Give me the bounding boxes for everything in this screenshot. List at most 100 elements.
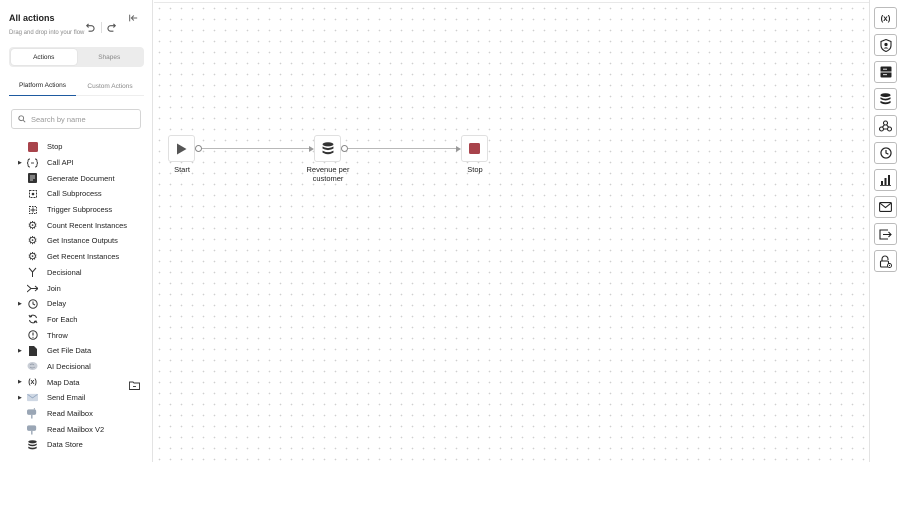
variable-icon: (x) — [880, 13, 891, 23]
redo-button[interactable] — [105, 20, 119, 34]
list-item-for-each[interactable]: For Each — [0, 312, 153, 328]
list-item-trigger-subprocess[interactable]: Trigger Subprocess — [0, 202, 153, 218]
expand-caret-icon[interactable]: ▶ — [18, 301, 23, 307]
expand-caret-icon[interactable]: ▶ — [18, 379, 23, 385]
list-item-label: Get Instance Outputs — [47, 236, 118, 246]
lock-gear-icon — [879, 255, 892, 268]
toolbar-divider — [101, 22, 102, 33]
email-button[interactable] — [874, 196, 897, 218]
tab-platform-actions[interactable]: Platform Actions — [9, 76, 76, 96]
expand-caret-icon[interactable]: ▶ — [18, 160, 23, 166]
node-label-start: Start — [174, 165, 190, 174]
search-box — [11, 109, 141, 129]
list-item-label: Data Store — [47, 440, 83, 450]
variable-icon: (x) — [28, 378, 37, 386]
security-button[interactable] — [874, 34, 897, 56]
list-item-label: Read Mailbox — [47, 409, 93, 419]
export-icon — [879, 228, 892, 240]
search-input[interactable] — [31, 114, 136, 124]
flow-edge[interactable] — [348, 148, 456, 149]
sidebar-title: All actions — [9, 13, 55, 23]
email-icon — [879, 202, 892, 212]
list-item-ai-decisional[interactable]: AI Decisional — [0, 359, 153, 375]
list-item-map-data[interactable]: ▶ (x) Map Data — [0, 374, 153, 391]
list-item-label: Delay — [47, 299, 67, 309]
list-item-call-api[interactable]: ▶ Call API — [0, 155, 153, 171]
list-item-label: Generate Document — [47, 173, 115, 183]
collapse-left-icon — [129, 14, 138, 22]
database-icon — [27, 439, 38, 450]
server-button[interactable] — [874, 61, 897, 83]
list-item-label: Count Recent Instances — [47, 220, 128, 230]
list-item-label: Join — [47, 283, 61, 293]
flow-edge[interactable] — [202, 148, 309, 149]
alert-icon — [27, 330, 38, 341]
collapse-sidebar-button[interactable] — [126, 11, 140, 25]
folder-icon[interactable] — [129, 377, 140, 391]
list-item-label: AI Decisional — [47, 361, 91, 371]
schedule-button[interactable] — [874, 142, 897, 164]
export-button[interactable] — [874, 223, 897, 245]
segment-actions[interactable]: Actions — [11, 49, 77, 65]
expand-caret-icon[interactable]: ▶ — [18, 395, 23, 401]
trigger-subprocess-icon — [27, 204, 38, 215]
list-item-call-subprocess[interactable]: Call Subprocess — [0, 186, 153, 202]
stop-icon — [27, 141, 38, 152]
mailbox-icon — [27, 408, 38, 419]
variables-button[interactable]: (x) — [874, 7, 897, 29]
list-item-get-instance-outputs[interactable]: ⚙ Get Instance Outputs — [0, 233, 153, 249]
undo-button[interactable] — [82, 20, 96, 34]
segment-shapes[interactable]: Shapes — [77, 49, 143, 65]
webhook-icon — [879, 120, 892, 132]
clock-icon — [27, 298, 38, 309]
flow-node-stop[interactable] — [461, 135, 488, 162]
node-label-stop: Stop — [467, 165, 483, 174]
stop-icon — [469, 143, 480, 154]
play-icon — [177, 143, 187, 154]
database-icon — [322, 142, 333, 155]
list-item-throw[interactable]: Throw — [0, 327, 153, 343]
loop-icon — [27, 314, 38, 325]
tab-custom-actions[interactable]: Custom Actions — [76, 76, 144, 96]
gear-icon: ⚙ — [27, 251, 38, 264]
subprocess-icon — [27, 188, 38, 199]
analytics-button[interactable] — [874, 169, 897, 191]
list-item-decisional[interactable]: Decisional — [0, 265, 153, 281]
file-icon — [27, 345, 38, 356]
list-item-count-recent-instances[interactable]: ⚙ Count Recent Instances — [0, 217, 153, 233]
webhook-button[interactable] — [874, 115, 897, 137]
email-icon — [27, 392, 38, 403]
list-item-delay[interactable]: ▶ Delay — [0, 296, 153, 312]
lock-button[interactable] — [874, 250, 897, 272]
list-item-send-email[interactable]: ▶ Send Email — [0, 390, 153, 406]
list-item-stop[interactable]: Stop — [0, 139, 153, 155]
output-port[interactable] — [341, 145, 348, 152]
search-icon — [18, 115, 26, 123]
list-item-join[interactable]: Join — [0, 280, 153, 296]
list-item-get-recent-instances[interactable]: ⚙ Get Recent Instances — [0, 249, 153, 265]
join-icon — [27, 283, 38, 294]
brain-icon — [27, 361, 38, 372]
mailbox-icon — [27, 424, 38, 435]
undo-icon — [85, 22, 95, 32]
list-item-generate-document[interactable]: Generate Document — [0, 170, 153, 186]
list-item-read-mailbox-v2[interactable]: Read Mailbox V2 — [0, 421, 153, 437]
list-item-label: Get Recent Instances — [47, 252, 120, 262]
database-icon — [880, 93, 891, 105]
flow-node-revenue-per-customer[interactable] — [314, 135, 341, 162]
list-item-data-store[interactable]: Data Store — [0, 437, 153, 453]
expand-caret-icon[interactable]: ▶ — [18, 348, 23, 354]
bottom-area — [0, 462, 900, 506]
database-button[interactable] — [874, 88, 897, 110]
list-item-read-mailbox[interactable]: Read Mailbox — [0, 406, 153, 422]
list-item-label: Call API — [47, 158, 74, 168]
list-item-label: Map Data — [47, 377, 80, 387]
gear-icon: ⚙ — [27, 235, 38, 248]
list-item-label: Decisional — [47, 267, 82, 277]
chart-icon — [880, 175, 891, 186]
server-icon — [880, 66, 891, 78]
flow-canvas[interactable] — [154, 3, 869, 462]
flow-node-start[interactable] — [168, 135, 195, 162]
output-port[interactable] — [195, 145, 202, 152]
list-item-get-file-data[interactable]: ▶ Get File Data — [0, 343, 153, 359]
